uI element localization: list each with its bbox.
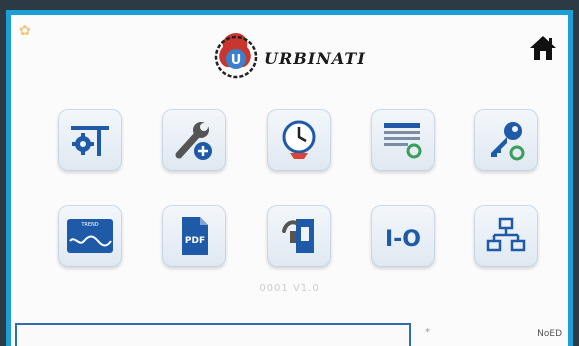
brand-logo: U URBINATI (209, 29, 419, 87)
manual-button[interactable] (267, 205, 331, 267)
pdf-document-icon: PDF (182, 217, 208, 255)
network-button[interactable] (474, 205, 538, 267)
status-marker: * (425, 327, 430, 338)
schedule-button[interactable] (371, 109, 435, 171)
hmi-screen-frame: ✿ U URBINATI TREND PDF I-O 0001 V1.0 * N… (6, 10, 573, 346)
pdf-document-button[interactable]: PDF (162, 205, 226, 267)
access-key-icon (491, 122, 525, 161)
svg-text:I-O: I-O (385, 227, 421, 252)
wave-graph-icon: TREND (67, 219, 113, 253)
svg-text:U: U (231, 53, 242, 68)
message-field[interactable] (15, 323, 411, 346)
home-button[interactable] (528, 33, 558, 63)
machine-settings-button[interactable] (58, 109, 122, 171)
main-menu-panel: ✿ U URBINATI TREND PDF I-O 0001 V1.0 * N… (11, 15, 568, 346)
network-icon (486, 217, 526, 252)
svg-text:TREND: TREND (80, 222, 98, 228)
timer-clock-button[interactable] (267, 109, 331, 171)
input-output-button[interactable]: I-O (371, 205, 435, 267)
input-output-icon: I-O (385, 227, 421, 252)
service-tools-icon (175, 122, 212, 160)
corner-mark: ✿ (19, 23, 31, 39)
schedule-icon (384, 123, 422, 159)
status-indicator: NoED (537, 329, 562, 339)
wave-graph-button[interactable]: TREND (58, 205, 122, 267)
brand-emblem-icon: U (214, 33, 258, 79)
machine-settings-icon (71, 126, 109, 156)
brand-name: URBINATI (264, 49, 366, 68)
version-label: 0001 V1.0 (259, 283, 320, 294)
service-tools-button[interactable] (162, 109, 226, 171)
svg-text:PDF: PDF (185, 236, 205, 246)
timer-clock-icon (282, 120, 316, 159)
home-icon (530, 36, 556, 60)
manual-icon (282, 219, 314, 253)
access-key-button[interactable] (474, 109, 538, 171)
